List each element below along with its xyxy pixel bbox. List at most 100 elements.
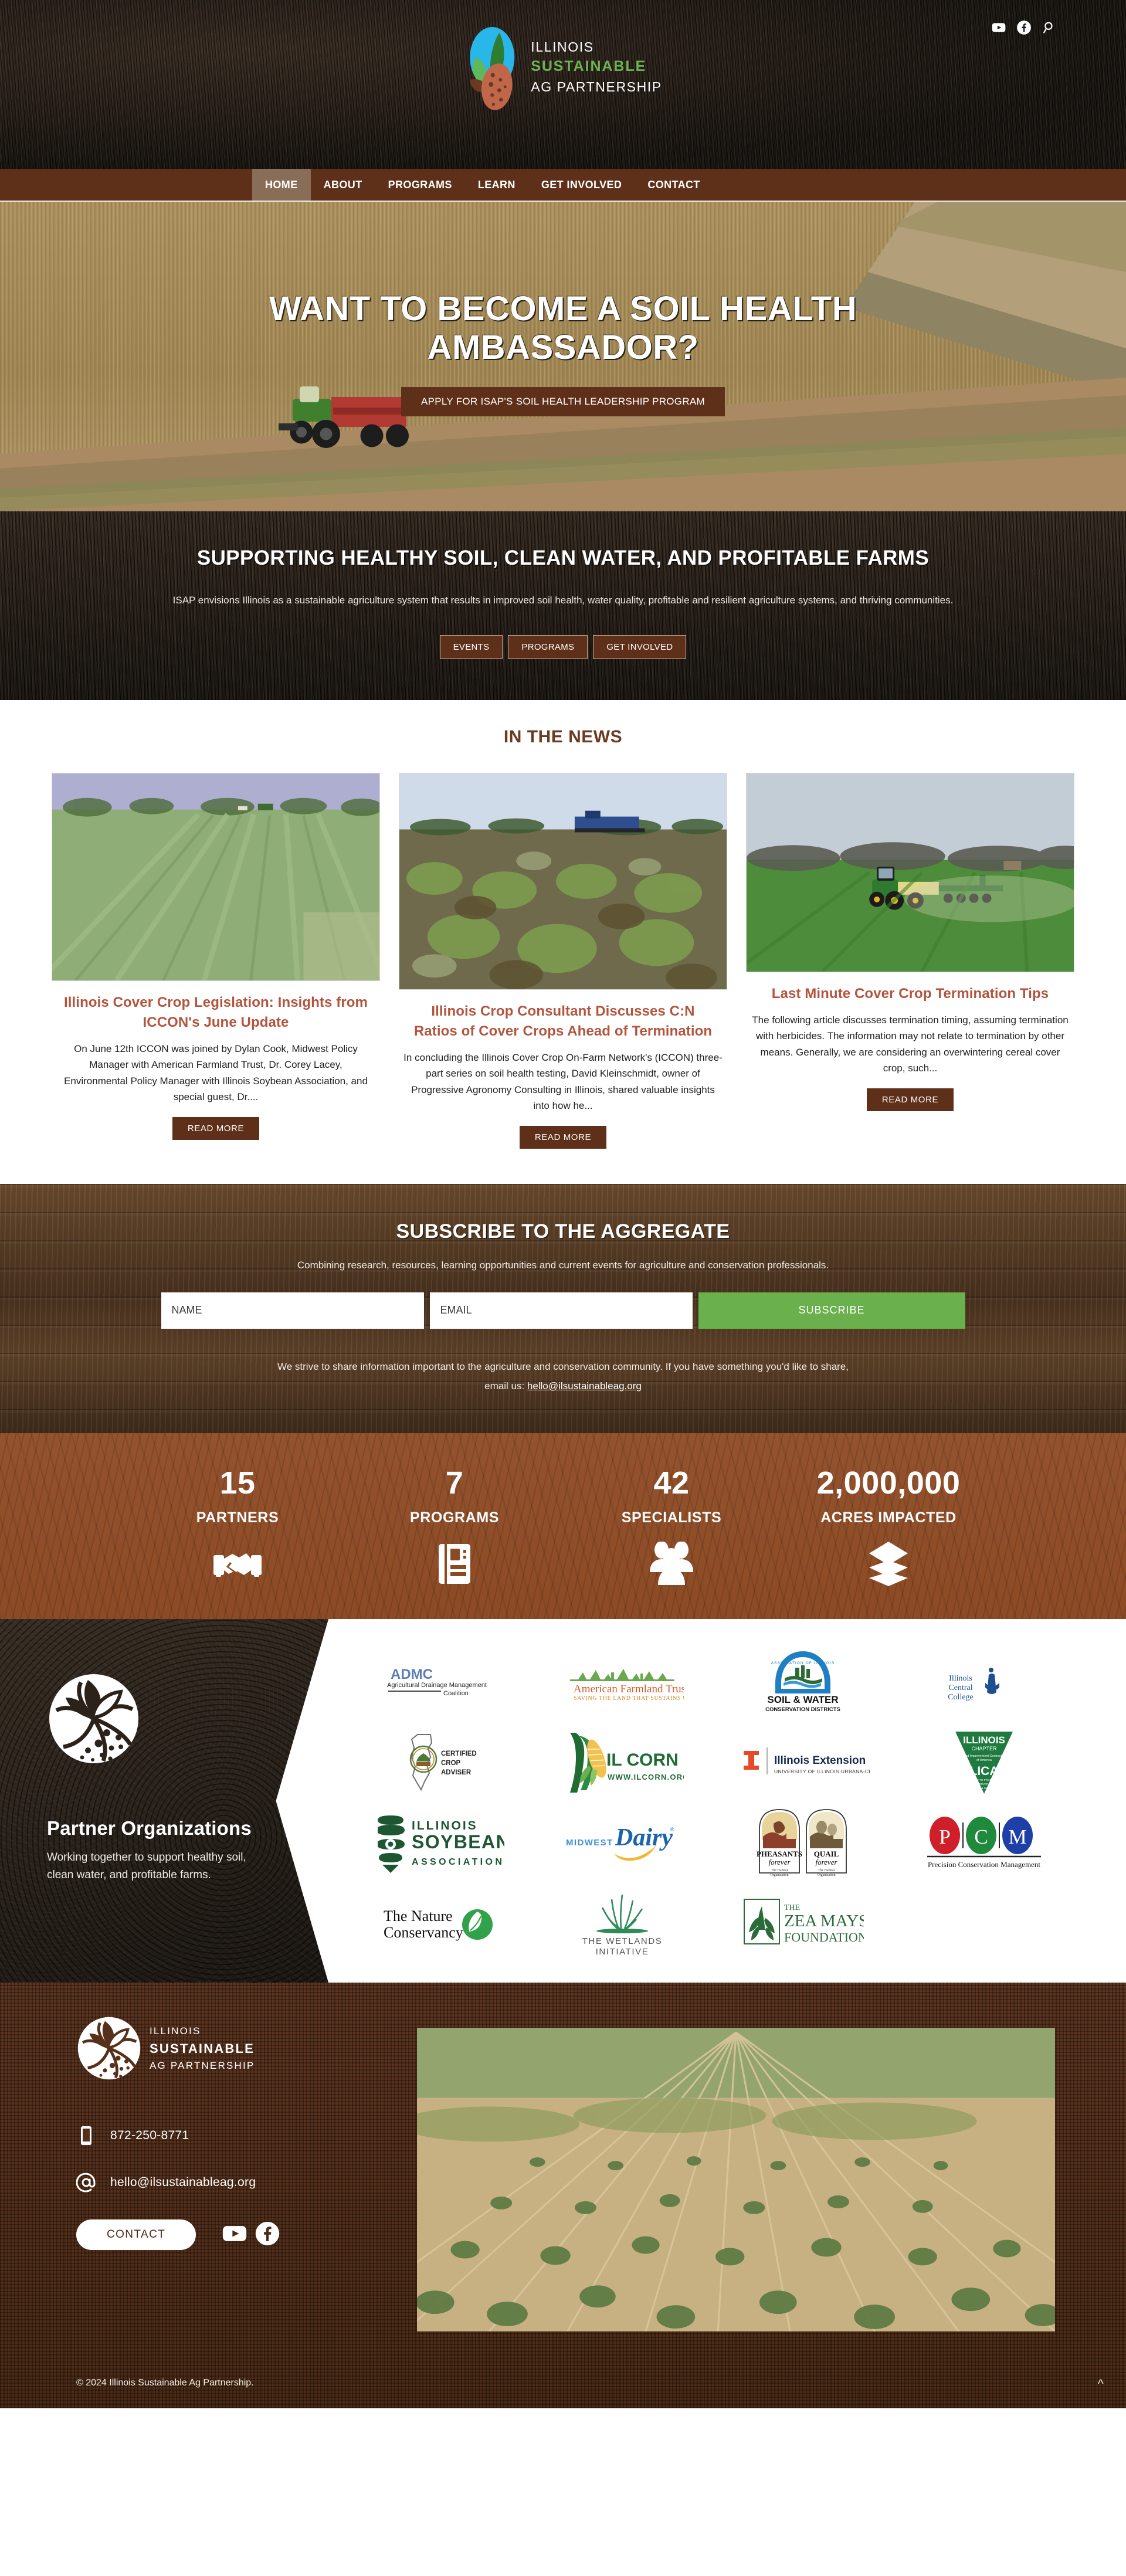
svg-text:CHAPTER: CHAPTER: [971, 1746, 997, 1752]
stat-number: 42: [653, 1465, 690, 1501]
news-card-title[interactable]: Illinois Crop Consultant Discusses C:N R…: [408, 1002, 718, 1041]
copyright-bar: © 2024 Illinois Sustainable Ag Partnersh…: [0, 2357, 1126, 2408]
svg-text:ZEA MAYS: ZEA MAYS: [784, 1912, 864, 1930]
partner-logo-certified-crop-adviser[interactable]: CERTIFIED CROP ADVISER: [352, 1726, 531, 1800]
partner-logo-american-farmland-trust[interactable]: American Farmland Trust SAVING THE LAND …: [533, 1646, 712, 1720]
partner-logo-pcm[interactable]: P C M Precision Conservation Management: [895, 1805, 1074, 1879]
svg-text:SOIL & WATER: SOIL & WATER: [975, 1787, 994, 1790]
svg-text:LICA: LICA: [969, 1764, 998, 1778]
svg-text:Illinois Extension: Illinois Extension: [774, 1754, 866, 1767]
svg-text:WWW.ILCORN.ORG: WWW.ILCORN.ORG: [608, 1773, 684, 1781]
youtube-icon[interactable]: [991, 20, 1006, 38]
news-read-more-button[interactable]: READ MORE: [866, 1088, 954, 1111]
footer-email-row[interactable]: hello@ilsustainableag.org: [76, 2173, 411, 2193]
news-card-image[interactable]: [746, 772, 1074, 972]
stat-label: SPECIALISTS: [621, 1509, 722, 1526]
subscribe-email-link[interactable]: hello@ilsustainableag.org: [527, 1380, 642, 1391]
facebook-icon[interactable]: [1016, 20, 1032, 38]
mission-heading: SUPPORTING HEALTHY SOIL, CLEAN WATER, AN…: [196, 547, 930, 569]
stat-number: 15: [219, 1465, 256, 1501]
news-card-image[interactable]: [52, 772, 380, 981]
logo-line-illinois: ILLINOIS: [531, 39, 594, 55]
site-logo[interactable]: ILLINOIS SUSTAINABLE AG PARTNERSHIP: [464, 21, 662, 110]
mission-button-group: EVENTS PROGRAMS GET INVOLVED: [0, 634, 1126, 659]
svg-text:CONSERVATION DISTRICTS: CONSERVATION DISTRICTS: [765, 1706, 840, 1713]
subscribe-footnote: We strive to share information important…: [0, 1357, 1126, 1396]
footer-contact-button[interactable]: CONTACT: [76, 2219, 196, 2251]
partner-logo-ilcorn[interactable]: IL CORN WWW.ILCORN.ORG: [533, 1726, 712, 1800]
header-social-links: [991, 20, 1057, 38]
svg-text:ILLINOIS: ILLINOIS: [412, 1819, 478, 1832]
subscribe-heading: SUBSCRIBE TO THE AGGREGATE: [396, 1220, 730, 1243]
logo-wordmark: ILLINOIS SUSTAINABLE AG PARTNERSHIP: [531, 35, 662, 97]
partner-logo-the-wetlands-initiative[interactable]: THE WETLANDS INITIATIVE: [533, 1885, 712, 1959]
svg-text:SAVING THE LAND THAT SUSTAINS: SAVING THE LAND THAT SUSTAINS US: [574, 1695, 684, 1702]
svg-text:Coalition: Coalition: [443, 1690, 469, 1697]
mission-programs-button[interactable]: PROGRAMS: [508, 634, 588, 659]
nav-item-get-involved[interactable]: GET INVOLVED: [528, 169, 635, 201]
news-card-image[interactable]: [399, 772, 727, 990]
svg-text:ASSOCIATION OF ILLINOIS: ASSOCIATION OF ILLINOIS: [771, 1661, 835, 1665]
partner-logo-illinois-lica[interactable]: ILLINOIS CHAPTER Land Improvement Contra…: [895, 1726, 1074, 1800]
svg-text:C: C: [974, 1825, 988, 1848]
svg-text:CONSERVATION OF: CONSERVATION OF: [971, 1783, 997, 1786]
svg-text:Land Improvement Contractors: Land Improvement Contractors: [962, 1754, 1006, 1758]
svg-text:Dairy: Dairy: [615, 1824, 673, 1851]
scroll-to-top-button[interactable]: ^: [1098, 2378, 1104, 2391]
footer-phone: 872-250-8771: [110, 2129, 189, 2143]
svg-text:IL CORN: IL CORN: [606, 1750, 679, 1770]
stat-acres-impacted: 2,000,000 ACRES IMPACTED: [780, 1467, 997, 1587]
subscribe-submit-button[interactable]: SUBSCRIBE: [698, 1292, 965, 1329]
partner-logo-admc[interactable]: ADMC Agricultural Drainage Management Co…: [352, 1646, 531, 1720]
nav-item-learn[interactable]: LEARN: [465, 169, 528, 201]
partner-logo-the-nature-conservancy[interactable]: The Nature Conservancy: [352, 1885, 531, 1959]
news-card-title[interactable]: Illinois Cover Crop Legislation: Insight…: [61, 993, 371, 1033]
nav-item-home[interactable]: HOME: [252, 169, 311, 201]
footer-logo[interactable]: ILLINOIS SUSTAINABLE AG PARTNERSHIP: [76, 2015, 411, 2081]
site-footer: ILLINOIS SUSTAINABLE AG PARTNERSHIP 872-…: [0, 1983, 1126, 2409]
partner-logo-illinois-extension[interactable]: Illinois Extension UNIVERSITY OF ILLINOI…: [714, 1726, 893, 1800]
partner-logo-illinois-soybean-association[interactable]: ILLINOIS SOYBEAN ASSOCIATION: [352, 1805, 531, 1879]
youtube-icon[interactable]: [222, 2221, 247, 2249]
svg-text:ADMC: ADMC: [391, 1667, 433, 1682]
copyright-text: © 2024 Illinois Sustainable Ag Partnersh…: [76, 2378, 254, 2388]
partner-logo-midwest-dairy[interactable]: MIDWEST Dairy ®: [533, 1805, 712, 1879]
partner-logo-the-zea-mays-foundation[interactable]: THE ZEA MAYS FOUNDATION: [714, 1885, 893, 1959]
mission-events-button[interactable]: EVENTS: [439, 634, 503, 659]
svg-text:American Farmland Trust: American Farmland Trust: [574, 1683, 684, 1695]
partners-section: Partner Organizations Working together t…: [0, 1619, 1126, 1983]
logo-line-ag-partnership: AG PARTNERSHIP: [531, 79, 662, 94]
svg-text:Precision Conservation Managem: Precision Conservation Management: [928, 1860, 1040, 1869]
stat-number: 7: [445, 1465, 464, 1501]
mission-get-involved-button[interactable]: GET INVOLVED: [593, 634, 687, 659]
nav-item-contact[interactable]: CONTACT: [635, 169, 713, 201]
svg-text:of America: of America: [976, 1759, 992, 1762]
footer-social-links: [222, 2221, 280, 2249]
svg-text:The Nature: The Nature: [384, 1908, 453, 1925]
news-card-title[interactable]: Last Minute Cover Crop Termination Tips: [755, 984, 1065, 1004]
facebook-icon[interactable]: [255, 2221, 280, 2249]
search-icon[interactable]: [1042, 20, 1057, 38]
news-read-more-button[interactable]: READ MORE: [519, 1125, 607, 1149]
svg-text:Conservancy: Conservancy: [384, 1924, 463, 1941]
svg-text:ASSOCIATION: ASSOCIATION: [412, 1857, 504, 1867]
footer-phone-row[interactable]: 872-250-8771: [76, 2126, 411, 2146]
isap-seal-icon: [47, 1672, 141, 1766]
hero-cta-button[interactable]: APPLY FOR ISAP'S SOIL HEALTH LEADERSHIP …: [401, 386, 725, 416]
partner-logo-illinois-central-college[interactable]: Illinois Central College: [895, 1646, 1074, 1720]
partner-logo-pheasants-quail-forever[interactable]: PHEASANTS forever The Habitat Organizati…: [714, 1805, 893, 1879]
partner-logo-soil-and-water-conservation-districts[interactable]: ASSOCIATION OF ILLINOIS SOIL & WATER CON…: [714, 1646, 893, 1720]
stat-label: ACRES IMPACTED: [820, 1509, 957, 1526]
subscribe-email-input[interactable]: [429, 1292, 693, 1329]
partners-logo-grid: ADMC Agricultural Drainage Management Co…: [328, 1619, 1126, 1983]
nav-item-about[interactable]: ABOUT: [311, 169, 375, 201]
stat-specialists: 42 SPECIALISTS: [563, 1467, 780, 1586]
subscribe-name-input[interactable]: [161, 1292, 424, 1329]
svg-text:ADVISER: ADVISER: [441, 1769, 472, 1776]
svg-text:®: ®: [670, 1827, 674, 1832]
news-read-more-button[interactable]: READ MORE: [172, 1116, 260, 1140]
svg-text:Central: Central: [948, 1684, 972, 1692]
footer-logo-line-ag-partnership: AG PARTNERSHIP: [150, 2059, 255, 2071]
nav-item-programs[interactable]: PROGRAMS: [375, 169, 465, 201]
svg-text:UNIVERSITY OF ILLINOIS URBANA-: UNIVERSITY OF ILLINOIS URBANA-CHAMPAIGN: [774, 1769, 870, 1774]
